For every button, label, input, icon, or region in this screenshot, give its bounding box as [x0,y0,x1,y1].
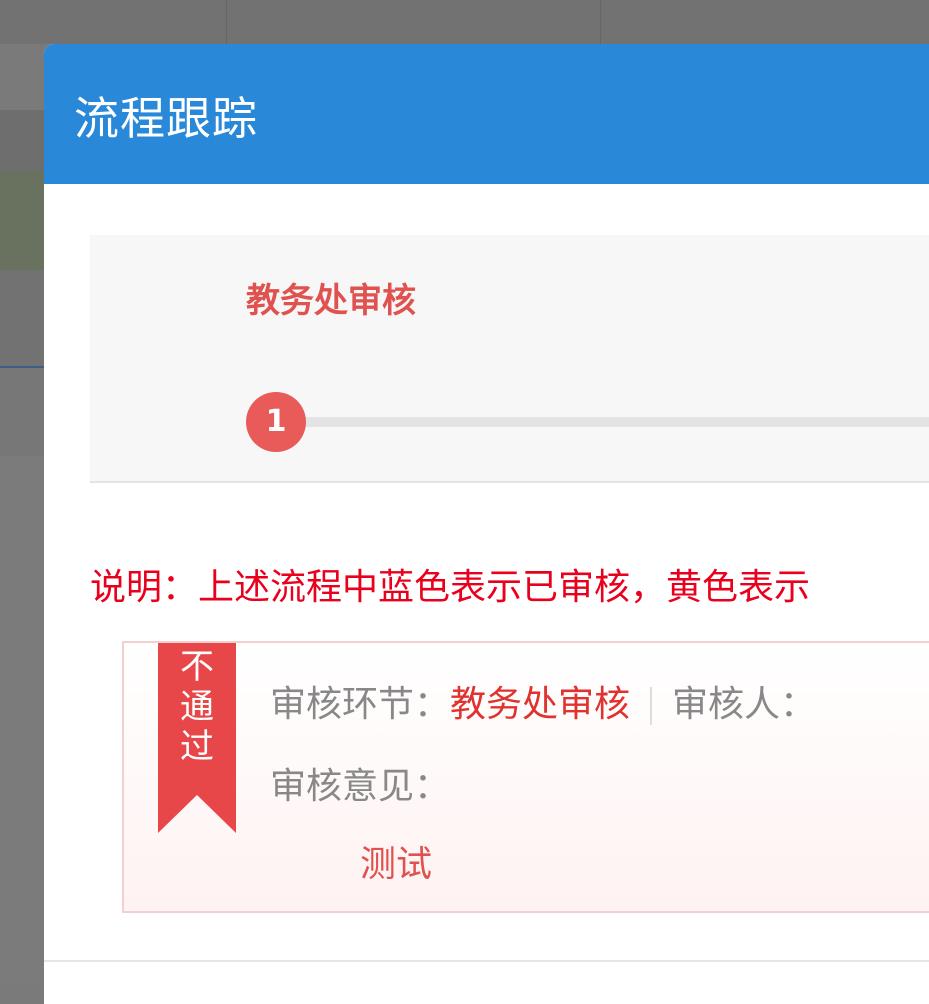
background-row [0,172,44,270]
rejected-ribbon-badge: 不 通 过 [158,643,236,833]
divider [650,687,653,725]
background-row [0,270,44,366]
step-track [272,417,929,427]
review-stage-row: 审核环节：教务处审核 审核人： [270,675,816,727]
legend-note: 说明：上述流程中蓝色表示已审核，黄色表示 [90,567,811,608]
background-divider [600,0,601,44]
background-row [0,368,44,456]
background-row [0,110,44,172]
footer-divider [44,960,929,962]
opinion-label: 审核意见： [270,766,451,807]
stage-label: 审核环节： [270,684,451,725]
dialog-header[interactable]: 流程跟踪 [44,44,929,184]
reviewer-label: 审核人： [672,684,817,725]
status-badge: 不 通 过 [158,647,236,767]
background-toolbar [0,0,929,44]
background-row [0,456,44,983]
dialog-title: 流程跟踪 [74,92,259,145]
process-tracking-dialog: 流程跟踪 教务处审核 1 说明：上述流程中蓝色表示已审核，黄色表示 不 通 过 … [44,44,929,1004]
step-label: 教务处审核 [246,281,416,321]
review-opinion-row: 审核意见： [270,757,450,809]
status-char: 不 [180,647,214,687]
step-number-badge[interactable]: 1 [246,392,306,452]
review-record: 不 通 过 审核环节：教务处审核 审核人： 审核意见： 测试 [122,641,929,913]
stage-value: 教务处审核 [450,684,631,725]
process-steps-panel: 教务处审核 1 [90,235,929,483]
opinion-value: 测试 [360,844,433,885]
status-char: 通 [180,687,214,727]
status-char: 过 [180,727,214,767]
background-divider [226,0,227,44]
